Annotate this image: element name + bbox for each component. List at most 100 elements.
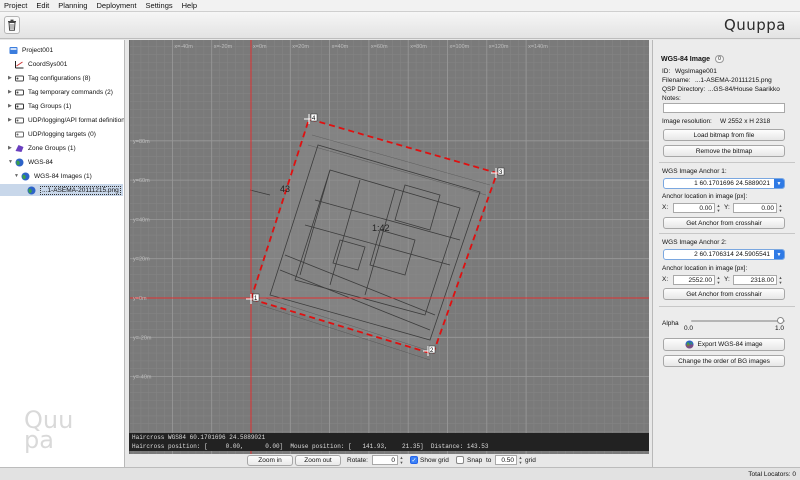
grid-label: grid xyxy=(525,456,536,464)
target-icon xyxy=(15,131,24,137)
tree-item[interactable]: ▼ WGS-84 Images (1) xyxy=(14,170,92,182)
alpha-min-label: 0.0 xyxy=(684,325,694,332)
tree-item[interactable]: ▶ Tag Groups (1) xyxy=(8,100,71,112)
rotate-stepper[interactable]: ▲ ▼ xyxy=(399,455,404,465)
y-tick-label: y=20m xyxy=(133,257,150,263)
map-canvas[interactable]: x=-40m x=-20m x=0m x=20m x=40m x=60m x=80m x=10… xyxy=(129,40,649,454)
anchor2-select[interactable]: 2 60.1706314 24.5905541 ▼ xyxy=(663,249,785,260)
tree-item-label: Project001 xyxy=(22,46,54,54)
x-tick-label: x=-20m xyxy=(214,44,233,50)
anchor1-y-label: Y: xyxy=(724,204,730,211)
menu-deployment[interactable]: Deployment xyxy=(96,1,136,10)
y-tick-label: y=-40m xyxy=(133,375,152,381)
y-tick-label: y=60m xyxy=(133,178,150,184)
tree-item[interactable]: ▶ Tag temporary commands (2) xyxy=(8,86,113,98)
get-anchor1-button[interactable]: Get Anchor from crosshair xyxy=(663,217,785,229)
tree-item-label: UDP/logging targets (0) xyxy=(28,130,96,138)
tree-item-label: Tag Groups (1) xyxy=(28,102,72,110)
alpha-slider-track[interactable] xyxy=(691,317,785,324)
globe-icon xyxy=(27,186,36,194)
tree-item[interactable]: ▶ UDP/logging/API format definitions (5 xyxy=(8,114,125,126)
anchor1-location-label: Anchor location in image [px]: xyxy=(662,193,748,200)
y-tick-label: y=0m xyxy=(133,296,147,302)
anchor1-y-input[interactable]: 0.00 xyxy=(733,203,777,213)
anchor1-x-input[interactable]: 0.00 xyxy=(673,203,715,213)
rotate-label: Rotate: xyxy=(347,456,368,464)
qsp-directory-value: ...GS-84/House Saarikko xyxy=(708,86,780,93)
anchor1-x-stepper[interactable]: ▲ ▼ xyxy=(716,203,721,213)
menu-settings[interactable]: Settings xyxy=(146,1,173,10)
filename-label: Filename: xyxy=(662,77,691,84)
anchor1-title: WGS Image Anchor 1: xyxy=(662,168,727,175)
total-locators: Total Locators: 0 xyxy=(748,471,796,478)
panel-info-badge[interactable]: 0 xyxy=(715,55,724,63)
canvas-controls: Zoom in Zoom out Rotate: 0 ▲ ▼ ✓ Show gri… xyxy=(129,453,649,467)
id-value: WgsImage001 xyxy=(675,68,717,75)
zoom-out-button[interactable]: Zoom out xyxy=(295,454,341,466)
tree-item[interactable]: CoordSys001 xyxy=(8,58,67,70)
anchor2-x-stepper[interactable]: ▲ ▼ xyxy=(716,275,721,285)
x-tick-label: x=100m xyxy=(450,44,470,50)
snap-value-input[interactable]: 0.50 xyxy=(495,455,517,465)
alpha-slider-thumb[interactable] xyxy=(777,317,784,324)
tree-item[interactable]: ...1-ASEMA-20111215.png xyxy=(0,184,123,196)
tree-item[interactable]: ▶ Zone Groups (1) xyxy=(8,142,76,154)
properties-panel: WGS-84 Image 0 ID: WgsImage001 Filename:… xyxy=(652,40,800,467)
menu-help[interactable]: Help xyxy=(182,1,197,10)
export-wgs84-label: Export WGS-84 image xyxy=(697,341,763,348)
filename-value: ...1-ASEMA-20111215.png xyxy=(695,77,772,84)
zone-groups-icon xyxy=(15,144,24,152)
tree-item[interactable]: UDP/logging targets (0) xyxy=(8,128,96,140)
tag-config-icon xyxy=(15,75,24,81)
rotate-input[interactable]: 0 xyxy=(372,455,398,465)
resolution-label: Image resolution: xyxy=(662,118,712,125)
globe-icon xyxy=(685,340,695,349)
anchor2-y-stepper[interactable]: ▲ ▼ xyxy=(778,275,783,285)
menu-project[interactable]: Project xyxy=(4,1,27,10)
y-tick-label: y=80m xyxy=(133,139,150,145)
toolbar: Quuppa xyxy=(0,12,800,39)
id-label: ID: xyxy=(662,68,671,75)
tree-item[interactable]: ▼ WGS-84 xyxy=(8,156,53,168)
plan-label: 43 xyxy=(280,184,290,194)
show-grid-label: Show grid xyxy=(420,456,449,464)
x-tick-label: x=20m xyxy=(292,44,309,50)
snap-stepper[interactable]: ▲ ▼ xyxy=(518,455,523,465)
status-bar: Total Locators: 0 xyxy=(0,467,800,480)
tree-item-label: CoordSys001 xyxy=(28,60,68,68)
trash-icon xyxy=(8,19,16,31)
x-tick-label: x=40m xyxy=(332,44,349,50)
snap-checkbox[interactable] xyxy=(456,456,464,464)
zoom-in-button[interactable]: Zoom in xyxy=(247,454,293,466)
anchor1-select[interactable]: 1 60.1701696 24.5889021 ▼ xyxy=(663,178,785,189)
menu-planning[interactable]: Planning xyxy=(58,1,87,10)
tree-item[interactable]: ▶ Tag configurations (8) xyxy=(8,72,91,84)
load-bitmap-button[interactable]: Load bitmap from file xyxy=(663,129,785,141)
tree-item-label: UDP/logging/API format definitions (5 xyxy=(28,116,125,124)
change-order-button[interactable]: Change the order of BG images xyxy=(663,355,785,367)
notes-input[interactable] xyxy=(663,103,785,113)
get-anchor2-button[interactable]: Get Anchor from crosshair xyxy=(663,288,785,300)
tag-groups-icon xyxy=(15,103,24,109)
anchor2-x-input[interactable]: 2552.00 xyxy=(673,275,715,285)
x-tick-label: x=60m xyxy=(371,44,388,50)
map-canvas-svg[interactable]: x=-40m x=-20m x=0m x=20m x=40m x=60m x=80m x=10… xyxy=(130,40,649,454)
anchor1-y-stepper[interactable]: ▲ ▼ xyxy=(778,203,783,213)
snap-label: Snap xyxy=(467,456,483,464)
anchor1-x-label: X: xyxy=(662,204,669,211)
menu-edit[interactable]: Edit xyxy=(36,1,49,10)
x-tick-label: x=-40m xyxy=(174,44,193,50)
anchor2-y-input[interactable]: 2318.00 xyxy=(733,275,777,285)
export-wgs84-button[interactable]: Export WGS-84 image xyxy=(663,338,785,351)
remove-bitmap-button[interactable]: Remove the bitmap xyxy=(663,145,785,157)
separator xyxy=(659,162,795,163)
format-icon xyxy=(15,117,24,123)
tree-item-label: WGS-84 Images (1) xyxy=(34,172,92,180)
snap-to-label: to xyxy=(486,456,492,464)
trash-button[interactable] xyxy=(4,16,20,34)
show-grid-checkbox[interactable]: ✓ xyxy=(410,456,418,464)
x-tick-label: x=80m xyxy=(410,44,427,50)
separator xyxy=(659,306,795,307)
x-tick-label: x=140m xyxy=(528,44,548,50)
tree-item[interactable]: Project001 xyxy=(2,44,53,56)
